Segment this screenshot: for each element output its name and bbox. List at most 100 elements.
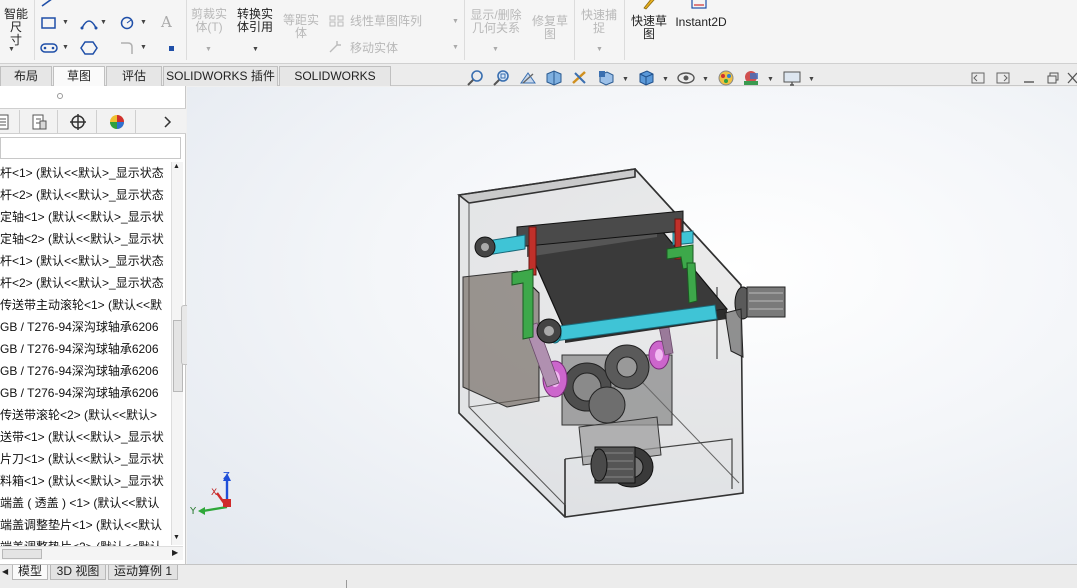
display-style-icon[interactable] [636,69,656,87]
slot-icon[interactable] [40,41,58,55]
trim-dropdown-icon[interactable]: ▼ [205,46,212,53]
graphics-area[interactable]: Z Y X [187,87,1077,564]
instant2d-button[interactable]: Instant2D [672,16,730,29]
tile-left-icon[interactable] [971,72,985,84]
arc-icon[interactable] [80,16,98,30]
rapid-sketch-button[interactable]: 快速草 图 [626,15,672,41]
tab-sketch[interactable]: 草图 [53,66,105,86]
feature-tree-item[interactable]: GB / T276-94深沟球轴承6206 [0,316,170,338]
feature-tree-item[interactable]: 定轴<1> (默认<<默认>_显示状 [0,206,170,228]
tab-model[interactable]: 模型 [12,565,48,580]
display-style-dropdown-icon[interactable]: ▼ [662,76,669,83]
triad-x-label: X [211,488,217,498]
feature-tree-item[interactable]: 送带<1> (默认<<默认>_显示状 [0,426,170,448]
polygon-icon[interactable] [80,41,98,55]
section-view-icon[interactable] [544,69,564,87]
feature-tree-item[interactable]: 杆<2> (默认<<默认>_显示状态 [0,184,170,206]
feature-tree-item[interactable]: 端盖 ( 透盖 ) <1> (默认<<默认 [0,492,170,514]
feature-tree-item[interactable]: 端盖调整垫片<1> (默认<<默认 [0,514,170,536]
feature-tree-item[interactable]: 杆<2> (默认<<默认>_显示状态 [0,272,170,294]
rectangle-dropdown-icon[interactable]: ▼ [62,19,69,26]
point-icon[interactable] [164,41,182,55]
feature-tree-filter[interactable] [0,137,181,159]
hide-show-items-icon[interactable] [676,69,696,87]
hide-show-dropdown-icon[interactable]: ▼ [702,76,709,83]
circle-icon[interactable] [118,16,136,30]
feature-tree-item[interactable]: 杆<1> (默认<<默认>_显示状态 [0,250,170,272]
repair-sketch-button[interactable]: 修复草 图 [528,15,572,41]
tab-label: SOLIDWORKS 插件 [166,69,275,83]
restore-icon[interactable] [1046,72,1060,84]
close-icon[interactable] [1066,72,1077,84]
assembly-model[interactable]: Z Y X [187,87,1077,564]
fillet-icon[interactable] [118,41,136,55]
tile-right-icon[interactable] [996,72,1010,84]
tab-motion-study-1[interactable]: 运动算例 1 [108,565,178,580]
feature-tree-item[interactable]: GB / T276-94深沟球轴承6206 [0,382,170,404]
offset-entities-button[interactable]: 等距实 体 [280,14,322,40]
feature-tree-item[interactable]: GB / T276-94深沟球轴承6206 [0,360,170,382]
rapid-sketch-icon[interactable] [640,0,658,10]
view-orientation-dropdown-icon[interactable]: ▼ [622,76,629,83]
show-relations-button[interactable]: 显示/删除 几何关系 [466,9,526,35]
move-entities-button[interactable]: 移动实体 [350,42,440,55]
text-icon[interactable]: A [158,14,176,28]
view-settings-icon[interactable] [782,69,802,87]
feature-tree-item[interactable]: GB / T276-94深沟球轴承6206 [0,338,170,360]
tab-solidworks-addins[interactable]: SOLIDWORKS 插件 [163,66,278,86]
scroll-up-icon[interactable]: ▲ [173,163,180,170]
smart-dimension-button[interactable]: 智能尺 寸 [0,8,32,47]
tab-evaluate[interactable]: 评估 [106,66,162,86]
fillet-dropdown-icon[interactable]: ▼ [140,44,147,51]
previous-view-icon[interactable] [518,69,538,87]
feature-tree-item[interactable]: 片刀<1> (默认<<默认>_显示状 [0,448,170,470]
trim-entities-button[interactable]: 剪裁实 体(T) [188,8,230,34]
apply-scene-icon[interactable] [741,69,761,87]
dynamic-annotation-icon[interactable] [570,69,590,87]
line-icon[interactable] [40,0,58,8]
tab-3d-view[interactable]: 3D 视图 [50,565,106,580]
zoom-to-area-icon[interactable] [492,69,512,87]
feature-manager-tab[interactable] [0,110,20,134]
nav-first-icon[interactable]: ◀ [2,567,8,576]
scroll-thumb[interactable] [2,549,42,559]
feature-tree-item[interactable]: 传送带主动滚轮<1> (默认<<默 [0,294,170,316]
feature-tree-item[interactable]: 料箱<1> (默认<<默认>_显示状 [0,470,170,492]
feature-tree-item[interactable]: 杆<1> (默认<<默认>_显示状态 [0,162,170,184]
feature-tree-item[interactable]: 定轴<2> (默认<<默认>_显示状 [0,228,170,250]
minimize-icon[interactable] [1022,72,1036,84]
arc-dropdown-icon[interactable]: ▼ [100,19,107,26]
quick-snaps-button[interactable]: 快速捕 捉 [576,9,622,35]
relations-dropdown-icon[interactable]: ▼ [492,46,499,53]
quick-snaps-dropdown-icon[interactable]: ▼ [596,46,603,53]
ribbon-separator [34,0,35,60]
scroll-down-icon[interactable]: ▼ [173,534,180,541]
rectangle-icon[interactable] [40,16,58,30]
view-orientation-icon[interactable] [596,69,616,87]
linear-pattern-dropdown-icon[interactable]: ▼ [452,18,459,25]
move-dropdown-icon[interactable]: ▼ [452,44,459,51]
linear-pattern-button[interactable]: 线性草图阵列 [350,15,440,28]
configuration-manager-tab[interactable] [59,110,97,134]
linear-pattern-icon[interactable] [328,14,346,28]
display-manager-tab[interactable] [98,110,136,134]
tab-layout[interactable]: 布局 [0,66,52,86]
convert-entities-button[interactable]: 转换实 体引用 [232,8,278,34]
property-manager-tab[interactable] [20,110,58,134]
panel-splitter-grip[interactable] [57,93,63,99]
edit-appearance-icon[interactable] [716,69,736,87]
instant2d-icon[interactable] [690,0,708,10]
circle-dropdown-icon[interactable]: ▼ [140,19,147,26]
tab-solidworks-mbd[interactable]: SOLIDWORKS MBD [279,66,391,101]
convert-dropdown-icon[interactable]: ▼ [252,46,259,53]
slot-dropdown-icon[interactable]: ▼ [62,44,69,51]
move-entities-icon[interactable] [328,40,346,54]
feature-tree-item[interactable]: 传送带滚轮<2> (默认<<默认> [0,404,170,426]
tree-horizontal-scrollbar[interactable]: ▶ [0,546,183,560]
scroll-right-icon[interactable]: ▶ [172,548,178,557]
view-settings-dropdown-icon[interactable]: ▼ [808,76,815,83]
smart-dimension-dropdown-icon[interactable]: ▼ [8,46,15,53]
apply-scene-dropdown-icon[interactable]: ▼ [767,76,774,83]
zoom-to-fit-icon[interactable] [466,69,486,87]
chevron-right-icon[interactable] [148,110,186,134]
